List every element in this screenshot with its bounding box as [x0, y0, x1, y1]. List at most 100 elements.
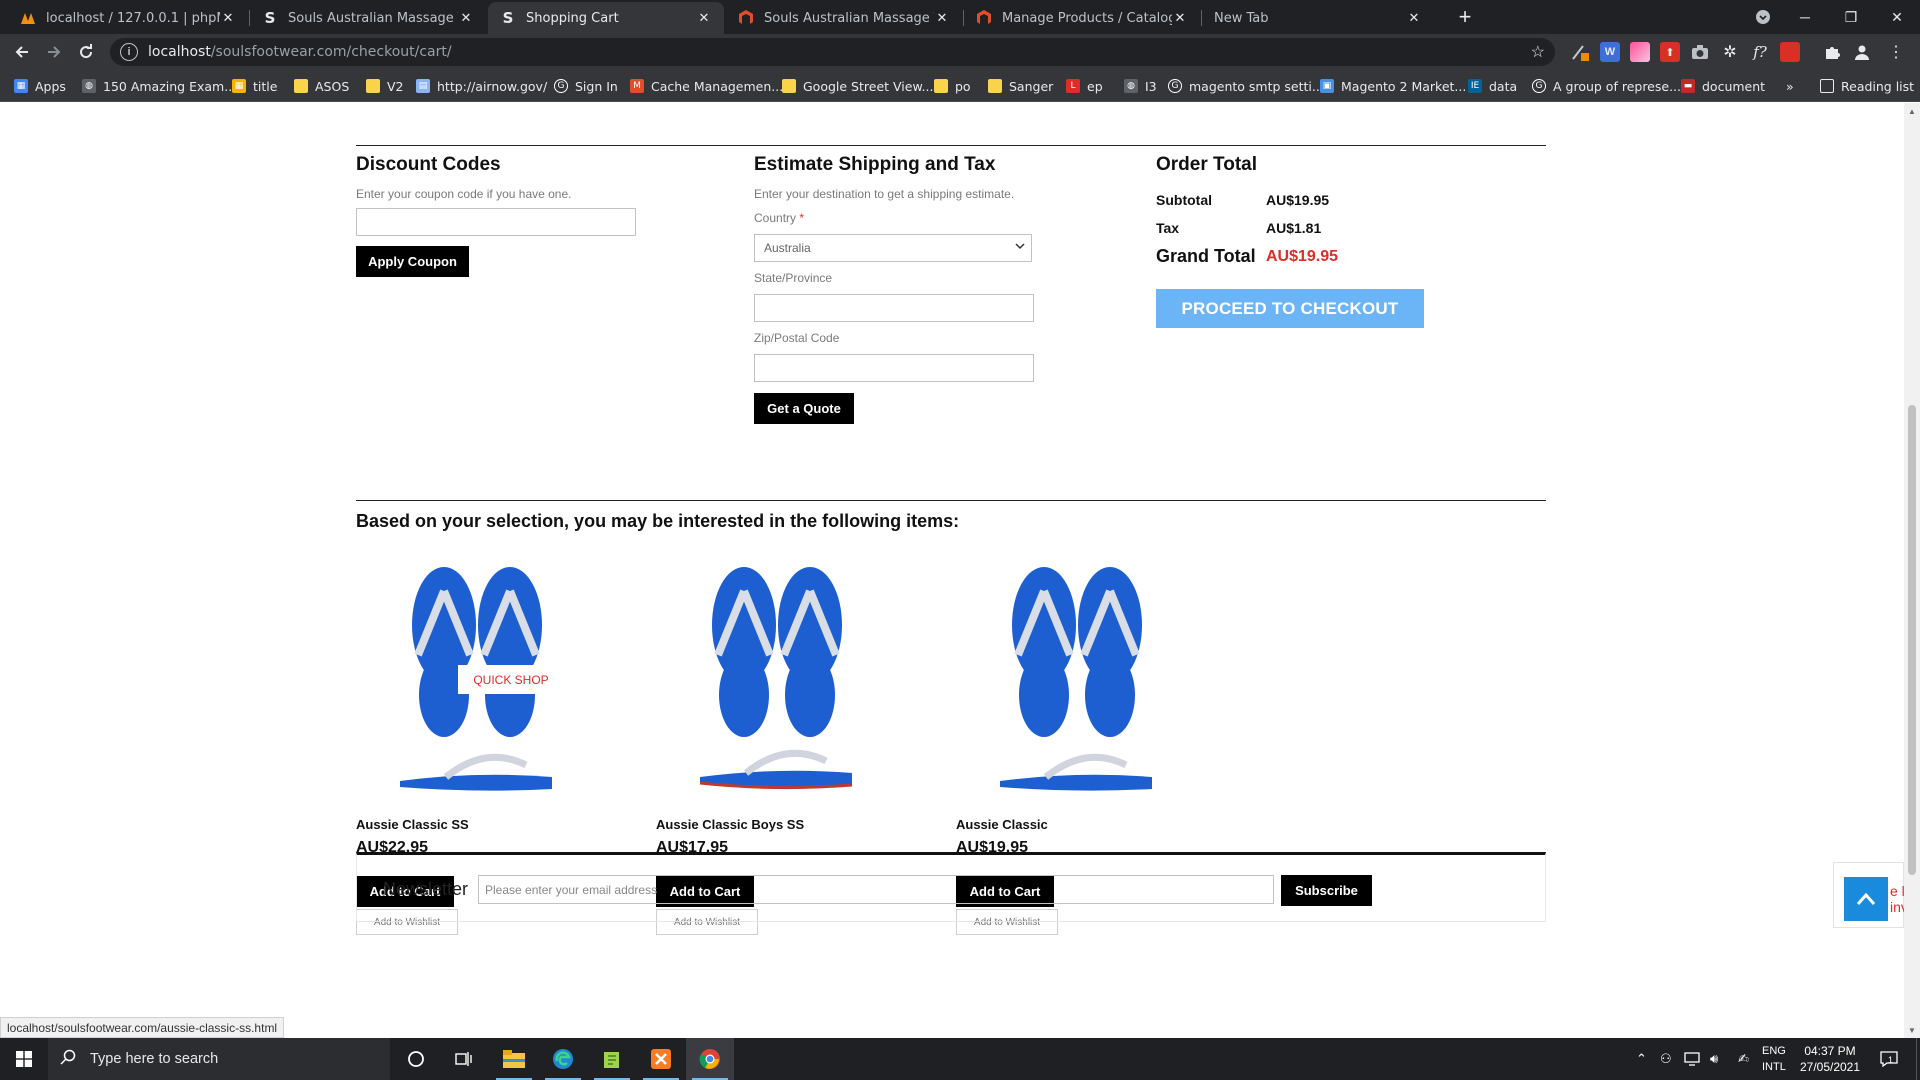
language-indicator[interactable]: ENG INTL [1762, 1043, 1786, 1075]
pen-workspace-icon[interactable]: ✍︎ [1738, 1038, 1749, 1080]
edge-browser-icon[interactable] [539, 1038, 587, 1080]
tray-overflow-icon[interactable]: ⌃ [1636, 1038, 1647, 1080]
bookmarks-overflow-button[interactable]: » [1786, 76, 1794, 96]
profile-menu-icon[interactable] [1740, 0, 1786, 34]
bookmark-item[interactable]: IE data [1468, 76, 1517, 96]
notepadpp-icon[interactable] [588, 1038, 636, 1080]
bookmark-item[interactable]: ▦ Apps [14, 76, 66, 96]
product-image[interactable]: QUICK SHOP [386, 555, 566, 795]
bookmark-item[interactable]: po [934, 76, 971, 96]
page-scrollbar[interactable]: ▲ ▼ [1904, 103, 1920, 1038]
bookmark-item[interactable]: Gmagento smtp setti... [1168, 76, 1324, 96]
wappalyzer-icon[interactable]: W [1600, 42, 1620, 62]
get-quote-button[interactable]: Get a Quote [754, 393, 854, 424]
newsletter-email-input[interactable]: Please enter your email address [478, 875, 1274, 904]
extensions-puzzle-icon[interactable] [1822, 42, 1842, 62]
info-icon[interactable]: i [120, 43, 138, 61]
tab-souls-2[interactable]: Souls Australian Massage Thongs ✕ [726, 2, 962, 34]
shipping-hint: Enter your destination to get a shipping… [754, 187, 1015, 201]
proceed-to-checkout-button[interactable]: PROCEED TO CHECKOUT [1156, 289, 1424, 328]
zip-input[interactable] [754, 354, 1034, 382]
close-icon[interactable]: ✕ [1406, 11, 1422, 26]
tab-new-tab[interactable]: New Tab ✕ [1202, 2, 1434, 34]
new-tab-button[interactable]: + [1442, 0, 1488, 34]
taskbar-clock[interactable]: 04:37 PM 27/05/2021 [1795, 1043, 1865, 1075]
notifications-icon[interactable]: 1 [1880, 1038, 1898, 1080]
pen-extension-icon[interactable] [1570, 42, 1590, 62]
shipping-title: Estimate Shipping and Tax [754, 154, 996, 175]
discount-title: Discount Codes [356, 154, 501, 175]
font-inspect-icon[interactable]: f? [1750, 42, 1770, 62]
bookmark-item[interactable]: Google Street View... [782, 76, 933, 96]
file-explorer-icon[interactable] [490, 1038, 538, 1080]
browser-toolbar: i localhost/soulsfootwear.com/checkout/c… [0, 34, 1920, 70]
product-name[interactable]: Aussie Classic Boys SS [656, 817, 804, 832]
close-icon[interactable]: ✕ [934, 11, 950, 26]
bookmark-item[interactable]: V2 [366, 76, 404, 96]
bookmark-item[interactable]: ▬ document [1681, 76, 1765, 96]
tab-title: localhost / 127.0.0.1 | phpMyAdmin [46, 10, 220, 26]
bookmark-item[interactable]: Lep [1066, 76, 1103, 96]
bookmark-item[interactable]: ◍ 150 Amazing Exam... [82, 76, 236, 96]
tab-manage-products[interactable]: Manage Products / Catalog / Magento ✕ [964, 2, 1200, 34]
window-close-icon[interactable]: ✕ [1874, 0, 1920, 34]
camera-icon[interactable] [1690, 42, 1710, 62]
forward-arrow-icon[interactable] [40, 38, 68, 66]
volume-icon[interactable]: 🔊︎ [1710, 1038, 1718, 1080]
red-extension-icon[interactable] [1780, 42, 1800, 62]
kebab-menu-icon[interactable]: ⋮ [1886, 42, 1906, 62]
restore-icon[interactable]: ❐ [1828, 0, 1874, 34]
scrollbar-thumb[interactable] [1908, 405, 1916, 875]
reload-icon[interactable] [72, 38, 100, 66]
cortana-icon[interactable] [392, 1038, 440, 1080]
apply-coupon-button[interactable]: Apply Coupon [356, 246, 469, 277]
bookmark-item[interactable]: M Cache Managemen... [630, 76, 783, 96]
product-image[interactable] [686, 555, 866, 795]
scroll-down-arrow-icon[interactable]: ▼ [1904, 1022, 1920, 1038]
taskbar-search-box[interactable]: Type here to search [48, 1038, 390, 1080]
close-icon[interactable]: ✕ [458, 11, 474, 26]
scroll-up-arrow-icon[interactable]: ▲ [1904, 103, 1920, 119]
subscribe-button[interactable]: Subscribe [1281, 875, 1372, 906]
profile-avatar-icon[interactable] [1852, 42, 1872, 62]
color-picker-icon[interactable] [1630, 42, 1650, 62]
bookmark-item[interactable]: ASOS [294, 76, 349, 96]
bookmark-item[interactable]: GA group of represe... [1532, 76, 1681, 96]
reading-list-button[interactable]: Reading list [1820, 76, 1914, 96]
bookmark-item[interactable]: ▦ title [232, 76, 277, 96]
address-bar[interactable]: i localhost/soulsfootwear.com/checkout/c… [110, 38, 1555, 66]
windows-taskbar: Type here to search ⌃ ⚇ 🔊︎ ✍︎ ENG INTL 04… [0, 1038, 1920, 1080]
settings-gear-icon[interactable]: ✲ [1720, 42, 1740, 62]
people-icon[interactable]: ⚇ [1660, 1038, 1672, 1080]
back-to-top-button[interactable] [1844, 877, 1888, 921]
close-icon[interactable]: ✕ [696, 11, 712, 26]
xampp-icon[interactable] [637, 1038, 685, 1080]
product-image[interactable] [986, 555, 1166, 795]
country-select[interactable]: Australia [754, 234, 1032, 262]
bookmark-item[interactable]: G Sign In [554, 76, 618, 96]
tab-phpmyadmin[interactable]: localhost / 127.0.0.1 | phpMyAdmin ✕ [8, 2, 248, 34]
close-icon[interactable]: ✕ [1172, 11, 1188, 26]
link-status-bar: localhost/soulsfootwear.com/aussie-class… [0, 1017, 285, 1038]
back-arrow-icon[interactable] [8, 38, 36, 66]
product-name[interactable]: Aussie Classic SS [356, 817, 469, 832]
coupon-code-input[interactable] [356, 208, 636, 236]
bookmark-item[interactable]: ▣ Magento 2 Market... [1320, 76, 1466, 96]
bookmark-star-icon[interactable]: ☆ [1531, 42, 1545, 62]
close-icon[interactable]: ✕ [220, 11, 236, 26]
windows-start-icon[interactable] [0, 1038, 48, 1080]
pdf-icon[interactable]: ⬆ [1660, 42, 1680, 62]
bookmark-item[interactable]: ◍ I3 [1124, 76, 1157, 96]
task-view-icon[interactable] [440, 1038, 488, 1080]
product-name[interactable]: Aussie Classic [956, 817, 1048, 832]
bookmark-item[interactable]: Sanger [988, 76, 1053, 96]
network-icon[interactable] [1684, 1038, 1702, 1080]
state-input[interactable] [754, 294, 1034, 322]
show-desktop-button[interactable] [1916, 1038, 1920, 1080]
chrome-icon[interactable] [686, 1038, 734, 1080]
tab-shopping-cart[interactable]: S Shopping Cart ✕ [488, 2, 724, 34]
minimize-icon[interactable]: ─ [1782, 0, 1828, 34]
tab-souls-1[interactable]: S Souls Australian Massage Thongs ✕ [250, 2, 486, 34]
quick-shop-button[interactable]: QUICK SHOP [458, 665, 564, 694]
bookmark-item[interactable]: ▤ http://airnow.gov/ [416, 76, 547, 96]
